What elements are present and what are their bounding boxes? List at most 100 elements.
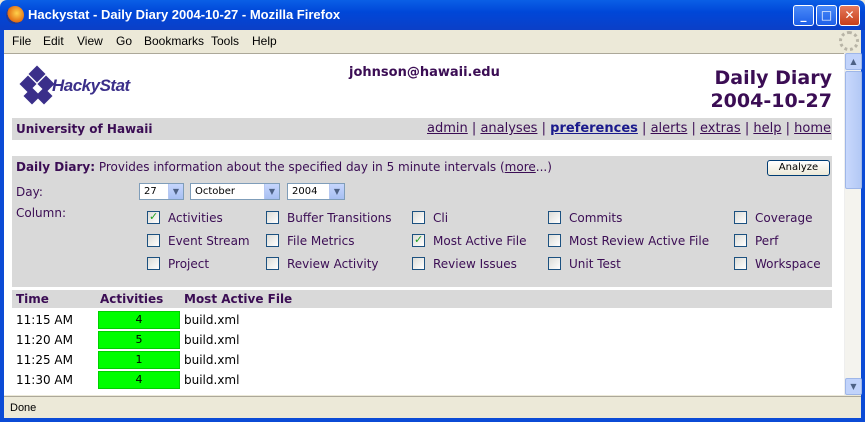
menu-edit[interactable]: Edit (43, 34, 64, 48)
nav-link-analyses[interactable]: analyses (480, 121, 537, 136)
nav-separator: | (744, 121, 750, 136)
checkbox-buffer-transitions[interactable] (266, 211, 279, 224)
page-title-date: 2004-10-27 (710, 90, 832, 112)
hackystat-logo: HackyStat (18, 64, 158, 108)
nav-link-extras[interactable]: extras (700, 121, 741, 136)
checkbox-project[interactable] (147, 257, 160, 270)
activities-cell: 1 (98, 351, 180, 369)
nav-separator: | (785, 121, 790, 136)
nav-link-preferences[interactable]: preferences (550, 121, 638, 136)
column-header-most-active-file: Most Active File (184, 292, 293, 306)
status-bar: Done (4, 396, 861, 418)
month-select[interactable]: October ▼ (190, 183, 280, 200)
chevron-down-icon: ▼ (329, 184, 344, 199)
column-label-commits: Commits (569, 211, 623, 225)
column-label-file-metrics: File Metrics (287, 234, 355, 248)
activities-cell: 5 (98, 331, 180, 349)
month-select-value: October (195, 186, 236, 197)
checkbox-event-stream[interactable] (147, 234, 160, 247)
column-label-unit-test: Unit Test (569, 257, 621, 271)
window-title-bar[interactable]: Hackystat - Daily Diary 2004-10-27 - Moz… (0, 0, 865, 30)
menu-tools[interactable]: Tools (211, 34, 239, 48)
day-label: Day: (16, 185, 43, 199)
checkbox-most-active-file[interactable] (412, 233, 425, 247)
analysis-name: Daily Diary: (16, 160, 95, 174)
menu-bar: File Edit View Go Bookmarks Tools Help (4, 30, 861, 52)
file-cell: build.xml (184, 313, 240, 327)
column-label: Column: (16, 206, 66, 220)
column-label-activities: Activities (168, 211, 223, 225)
organization-name: University of Hawaii (16, 122, 153, 136)
nav-links: admin | analyses | preferences | alerts … (427, 121, 831, 136)
menu-go[interactable]: Go (116, 34, 132, 48)
vertical-scrollbar[interactable]: ▲ ▼ (844, 53, 862, 395)
column-label-most-review-active-file: Most Review Active File (569, 234, 710, 248)
nav-link-home[interactable]: home (794, 121, 831, 136)
firefox-icon (6, 6, 24, 24)
time-cell: 11:30 AM (16, 373, 73, 387)
nav-link-help[interactable]: help (753, 121, 781, 136)
window-title: Hackystat - Daily Diary 2004-10-27 - Moz… (28, 7, 341, 22)
menu-file[interactable]: File (12, 34, 31, 48)
year-select-value: 2004 (292, 186, 318, 197)
activities-cell: 4 (98, 371, 180, 389)
checkbox-unit-test[interactable] (548, 257, 561, 270)
checkbox-coverage[interactable] (734, 211, 747, 224)
analyze-button[interactable]: Analyze (767, 160, 830, 176)
close-button[interactable]: ✕ (839, 5, 860, 26)
analysis-description-text: Provides information about the specified… (98, 160, 505, 174)
menu-view[interactable]: View (77, 34, 103, 48)
page-title-name: Daily Diary (714, 67, 832, 89)
status-text: Done (10, 402, 37, 414)
checkbox-commits[interactable] (548, 211, 561, 224)
menu-help[interactable]: Help (252, 34, 277, 48)
day-select[interactable]: 27 ▼ (139, 183, 184, 200)
column-label-buffer-transitions: Buffer Transitions (287, 211, 392, 225)
checkbox-cli[interactable] (412, 211, 425, 224)
column-header-time: Time (16, 292, 49, 306)
menu-bookmarks[interactable]: Bookmarks (144, 34, 204, 48)
chevron-down-icon: ▼ (168, 184, 183, 199)
column-header-activities: Activities (100, 292, 164, 306)
checkbox-file-metrics[interactable] (266, 234, 279, 247)
scroll-down-icon[interactable]: ▼ (845, 378, 862, 395)
nav-separator: | (642, 121, 647, 136)
checkbox-perf[interactable] (734, 234, 747, 247)
checkbox-review-issues[interactable] (412, 257, 425, 270)
table-row: 11:20 AM 5 build.xml (12, 330, 832, 350)
column-label-coverage: Coverage (755, 211, 813, 225)
more-link[interactable]: more (505, 160, 536, 174)
analysis-description: Daily Diary: Provides information about … (16, 160, 552, 174)
page-title: Daily Diary 2004-10-27 (710, 67, 832, 113)
minimize-button[interactable]: _ (793, 5, 814, 26)
day-select-value: 27 (144, 186, 157, 197)
file-cell: build.xml (184, 373, 240, 387)
time-cell: 11:15 AM (16, 313, 73, 327)
user-email: johnson@hawaii.edu (349, 65, 500, 80)
checkbox-most-review-active-file[interactable] (548, 234, 561, 247)
page-viewport: HackyStat johnson@hawaii.edu Daily Diary… (4, 53, 844, 395)
column-label-event-stream: Event Stream (168, 234, 250, 248)
file-cell: build.xml (184, 333, 240, 347)
nav-bar: University of Hawaii admin | analyses | … (12, 118, 832, 140)
year-select[interactable]: 2004 ▼ (287, 183, 345, 200)
checkbox-activities[interactable] (147, 210, 160, 224)
column-label-workspace: Workspace (755, 257, 821, 271)
checkbox-review-activity[interactable] (266, 257, 279, 270)
scrollbar-thumb[interactable] (845, 71, 862, 189)
nav-link-alerts[interactable]: alerts (651, 121, 688, 136)
table-row: 11:25 AM 1 build.xml (12, 350, 832, 370)
time-cell: 11:25 AM (16, 353, 73, 367)
maximize-button[interactable]: □ (816, 5, 837, 26)
table-header: Time Activities Most Active File (12, 290, 832, 308)
column-label-cli: Cli (433, 211, 449, 225)
nav-link-admin[interactable]: admin (427, 121, 468, 136)
analysis-panel: Daily Diary: Provides information about … (12, 156, 832, 287)
nav-separator: | (691, 121, 696, 136)
column-label-review-activity: Review Activity (287, 257, 379, 271)
checkbox-workspace[interactable] (734, 257, 747, 270)
table-row: 11:15 AM 4 build.xml (12, 310, 832, 330)
window-frame-bottom (0, 418, 865, 422)
throbber-icon (839, 31, 859, 51)
scroll-up-icon[interactable]: ▲ (845, 53, 862, 70)
